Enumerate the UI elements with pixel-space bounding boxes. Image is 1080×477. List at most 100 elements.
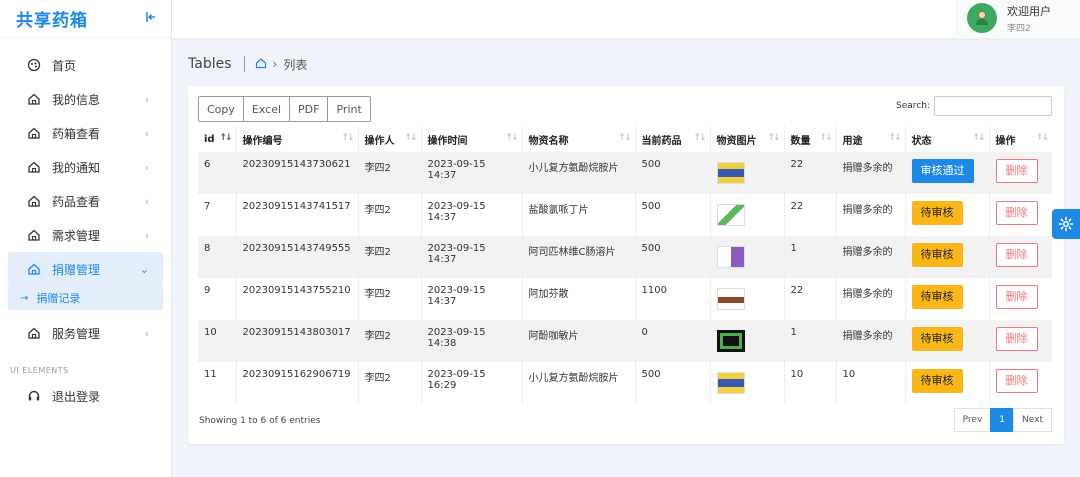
- column-header-operator[interactable]: 操作人 ↑↓: [358, 126, 422, 152]
- cell-code: 20230915143749555: [236, 236, 359, 278]
- cell-time: 2023-09-15 14:37: [421, 236, 523, 278]
- column-header-action[interactable]: 操作 ↑↓: [989, 126, 1052, 152]
- cell-usage: 捐赠多余的: [836, 194, 906, 236]
- cell-operator: 李四2: [358, 152, 422, 194]
- cell-id: 11: [198, 362, 237, 404]
- sidebar-item-demands[interactable]: 需求管理 ‹: [8, 218, 163, 252]
- sort-asc-icon: ↑↓: [219, 133, 232, 143]
- table-row: 11 20230915162906719 李四2 2023-09-15 16:2…: [198, 362, 1052, 404]
- sort-icon: ↑↓: [404, 133, 417, 143]
- next-page-button[interactable]: Next: [1013, 408, 1052, 432]
- sidebar-item-medicine-box[interactable]: 药箱查看 ‹: [8, 116, 163, 150]
- cell-id: 6: [198, 152, 237, 194]
- cell-image: [710, 152, 785, 194]
- cell-code: 20230915143755210: [236, 278, 359, 320]
- cell-name: 盐酸氯哌丁片: [522, 194, 636, 236]
- cell-id: 9: [198, 278, 237, 320]
- product-image[interactable]: [716, 330, 745, 352]
- delete-button[interactable]: 删除: [995, 201, 1038, 225]
- print-button[interactable]: Print: [327, 96, 371, 122]
- sidebar-item-my-info[interactable]: 我的信息 ‹: [8, 82, 163, 116]
- column-header-stock[interactable]: 当前药品 ↑↓: [635, 126, 711, 152]
- sidebar-item-medicines[interactable]: 药品查看 ‹: [8, 184, 163, 218]
- column-header-image[interactable]: 物资图片 ↑↓: [710, 126, 785, 152]
- column-header-code[interactable]: 操作编号 ↑↓: [236, 126, 359, 152]
- cell-name: 小儿复方氨酚烷胺片: [522, 362, 636, 404]
- cell-image: [710, 362, 785, 404]
- cell-qty: 10: [784, 362, 837, 404]
- page-header: Tables › 列表: [188, 54, 307, 74]
- prev-page-button[interactable]: Prev: [953, 408, 992, 432]
- cell-operator: 李四2: [358, 194, 422, 236]
- cell-usage: 捐赠多余的: [836, 152, 906, 194]
- cell-image: [710, 320, 785, 362]
- cell-qty: 22: [784, 152, 837, 194]
- cell-code: 20230915143730621: [236, 152, 359, 194]
- pdf-button[interactable]: PDF: [289, 96, 329, 122]
- status-pending-button[interactable]: 待审核: [911, 369, 963, 393]
- table-row: 8 20230915143749555 李四2 2023-09-15 14:37…: [198, 236, 1052, 278]
- status-pending-button[interactable]: 待审核: [911, 243, 963, 267]
- sort-icon: ↑↓: [819, 133, 832, 143]
- cell-name: 小儿复方氨酚烷胺片: [522, 152, 636, 194]
- delete-button[interactable]: 删除: [995, 285, 1038, 309]
- product-image[interactable]: [716, 288, 745, 310]
- home-icon: [26, 159, 42, 175]
- cell-image: [710, 194, 785, 236]
- delete-button[interactable]: 删除: [995, 159, 1038, 183]
- sidebar-item-label: 药品查看: [52, 194, 101, 209]
- cell-status: 待审核: [905, 320, 990, 362]
- status-approved-button[interactable]: 审核通过: [911, 159, 974, 183]
- sidebar-item-notifications[interactable]: 我的通知 ‹: [8, 150, 163, 184]
- section-label: UI ELEMENTS: [10, 366, 69, 375]
- table-row: 7 20230915143741517 李四2 2023-09-15 14:37…: [198, 194, 1052, 236]
- sidebar-subitem-label: 捐赠记录: [36, 292, 81, 305]
- product-image[interactable]: [716, 372, 745, 394]
- page-1-button[interactable]: 1: [990, 408, 1015, 432]
- status-pending-button[interactable]: 待审核: [911, 285, 963, 309]
- sidebar: 共享药箱 首页 我的信息 ‹ 药箱查看 ‹ 我的通知 ‹ 药品查看 ‹ 需求管理…: [0, 0, 172, 477]
- chevron-left-icon: ‹: [144, 160, 149, 174]
- home-icon: [26, 193, 42, 209]
- sidebar-item-logout[interactable]: 退出登录: [8, 379, 163, 413]
- column-header-time[interactable]: 操作时间 ↑↓: [421, 126, 523, 152]
- cell-time: 2023-09-15 16:29: [421, 362, 523, 404]
- welcome-text: 欢迎用户: [1007, 4, 1051, 18]
- cell-status: 待审核: [905, 194, 990, 236]
- column-header-usage[interactable]: 用途 ↑↓: [836, 126, 906, 152]
- settings-gear-icon[interactable]: [1052, 209, 1080, 239]
- sidebar-item-home[interactable]: 首页: [8, 48, 163, 82]
- collapse-sidebar-icon[interactable]: [145, 11, 157, 26]
- sidebar-item-services[interactable]: 服务管理 ‹: [8, 316, 163, 350]
- cell-operator: 李四2: [358, 278, 422, 320]
- cell-time: 2023-09-15 14:37: [421, 278, 523, 320]
- sidebar-item-label: 我的信息: [52, 92, 101, 107]
- excel-button[interactable]: Excel: [242, 96, 291, 122]
- status-pending-button[interactable]: 待审核: [911, 327, 963, 351]
- copy-button[interactable]: Copy: [198, 96, 244, 122]
- search-input[interactable]: [934, 96, 1052, 116]
- product-image[interactable]: [716, 246, 745, 268]
- column-header-qty[interactable]: 数量 ↑↓: [784, 126, 837, 152]
- table-card: Copy Excel PDF Print Search: id ↑↓ 操作编号 ↑↓…: [188, 86, 1064, 444]
- column-header-status[interactable]: 状态 ↑↓: [905, 126, 990, 152]
- sort-icon: ↑↓: [972, 133, 985, 143]
- product-image[interactable]: [716, 204, 745, 226]
- cell-status: 待审核: [905, 236, 990, 278]
- delete-button[interactable]: 删除: [995, 243, 1038, 267]
- column-header-name[interactable]: 物资名称 ↑↓: [522, 126, 636, 152]
- delete-button[interactable]: 删除: [995, 327, 1038, 351]
- sidebar-item-donations[interactable]: 捐赠管理 ⌄: [8, 252, 163, 286]
- product-image[interactable]: [716, 162, 745, 184]
- sort-icon: ↑↓: [767, 133, 780, 143]
- sort-icon: ↑↓: [693, 133, 706, 143]
- export-buttons: Copy Excel PDF Print: [198, 96, 371, 122]
- home-icon[interactable]: [255, 57, 267, 72]
- column-header-id[interactable]: id ↑↓: [198, 126, 237, 152]
- sidebar-subitem-donation-records[interactable]: → 捐赠记录: [8, 286, 163, 310]
- user-menu[interactable]: 欢迎用户 李四2: [956, 0, 1080, 36]
- delete-button[interactable]: 删除: [995, 369, 1038, 393]
- cell-time: 2023-09-15 14:38: [421, 320, 523, 362]
- status-pending-button[interactable]: 待审核: [911, 201, 963, 225]
- breadcrumb: › 列表: [255, 56, 307, 73]
